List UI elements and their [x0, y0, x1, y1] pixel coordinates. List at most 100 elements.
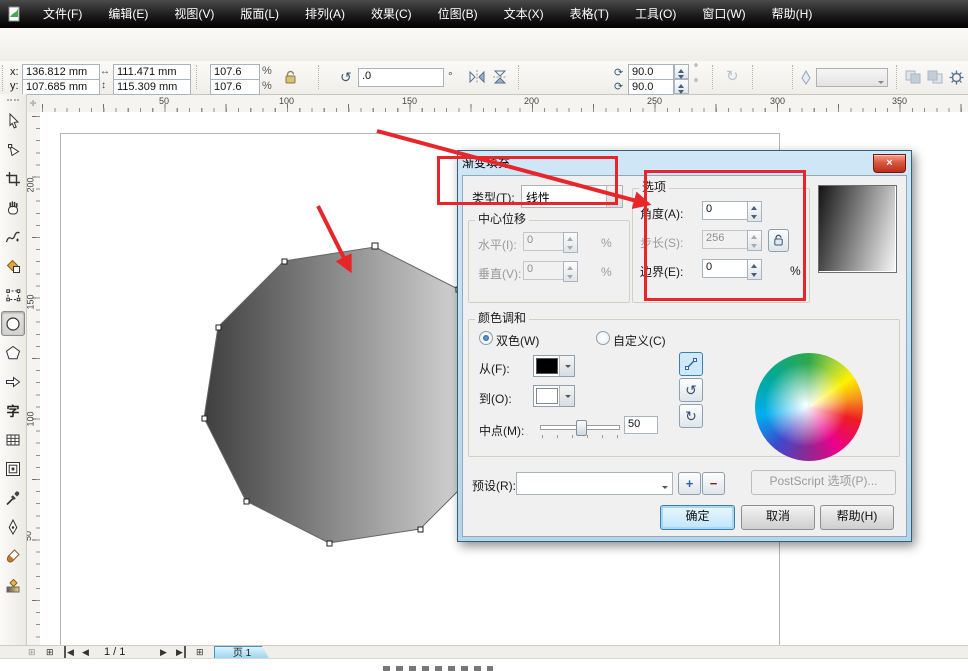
to-color-picker[interactable] [533, 385, 575, 407]
text-tool[interactable]: 字 [1, 398, 25, 423]
shape-tool[interactable] [1, 137, 25, 162]
menu-file[interactable]: 文件(F) [30, 0, 95, 28]
menu-tools[interactable]: 工具(O) [622, 0, 689, 28]
midpoint-slider[interactable] [540, 420, 620, 436]
scale-x-input[interactable]: 107.6 [210, 64, 260, 80]
postscript-options-button[interactable]: PostScript 选项(P)... [751, 470, 896, 495]
rectangle-tool[interactable] [1, 282, 25, 307]
outline-width-combo[interactable] [816, 68, 888, 87]
from-color-arrow-icon[interactable] [559, 356, 574, 376]
table-tool[interactable] [1, 427, 25, 452]
edge-input[interactable]: 0 [702, 259, 748, 278]
lock-ratio-icon[interactable] [284, 70, 297, 85]
basic-shapes-tool[interactable] [1, 369, 25, 394]
toolbox-grip[interactable] [7, 99, 19, 104]
ruler-origin[interactable]: ✛ [26, 95, 41, 113]
hruler-label: 50 [159, 96, 169, 106]
steps-lock-button[interactable] [768, 229, 789, 252]
horizontal-spinner[interactable] [563, 232, 578, 253]
interactive-fill-tool[interactable] [1, 572, 25, 597]
arc-end-input[interactable]: 90.0 [628, 79, 674, 95]
menu-text[interactable]: 文本(X) [491, 0, 557, 28]
type-combo-arrow-icon[interactable] [606, 186, 622, 207]
angle-label: 角度(A): [640, 205, 683, 222]
pan-tool[interactable] [1, 195, 25, 220]
width-input[interactable]: 111.471 mm [113, 64, 191, 80]
height-input[interactable]: 115.309 mm [113, 79, 191, 95]
edge-spinner[interactable] [747, 259, 762, 280]
ok-button[interactable]: 确定 [660, 505, 735, 530]
menu-arrange[interactable]: 排列(A) [292, 0, 358, 28]
preset-add-button[interactable]: + [678, 472, 701, 495]
color-blend-title: 颜色调和 [475, 312, 529, 324]
x-position-input[interactable]: 136.812 mm [22, 64, 100, 80]
mirror-vertical-icon[interactable] [492, 69, 510, 85]
menu-layout[interactable]: 版面(L) [227, 0, 292, 28]
outline-width-icon [800, 70, 812, 85]
outline-combo-arrow-icon [876, 75, 884, 93]
blend-ccw-button[interactable]: ↺ [679, 378, 703, 402]
x-label: x: [10, 66, 19, 78]
arc-start-input[interactable]: 90.0 [628, 64, 674, 80]
smart-fill-tool[interactable] [1, 253, 25, 278]
custom-radio[interactable] [596, 331, 610, 345]
contour-tool[interactable] [1, 456, 25, 481]
ellipse-tool[interactable] [1, 311, 25, 336]
type-label: 类型(T): [472, 189, 515, 206]
to-front-icon[interactable] [904, 69, 922, 85]
property-bar: x: 136.812 mm y: 107.685 mm ↔ 111.471 mm… [0, 61, 968, 95]
from-color-picker[interactable] [533, 355, 575, 377]
angle-spinner[interactable] [747, 201, 762, 222]
polygon-tool[interactable] [1, 340, 25, 365]
scale-y-input[interactable]: 107.6 [210, 79, 260, 95]
menu-effects[interactable]: 效果(C) [358, 0, 425, 28]
preset-combo[interactable] [516, 472, 673, 495]
menu-view[interactable]: 视图(V) [161, 0, 227, 28]
arc-start-spinner[interactable] [674, 64, 689, 79]
menu-window[interactable]: 窗口(W) [689, 0, 758, 28]
eyedropper-tool[interactable] [1, 485, 25, 510]
to-back-icon[interactable] [926, 69, 944, 85]
color-wheel[interactable] [755, 353, 863, 461]
menu-help[interactable]: 帮助(H) [759, 0, 826, 28]
arc-end-spinner[interactable] [674, 79, 689, 94]
two-color-radio[interactable] [479, 331, 493, 345]
dialog-close-button[interactable]: × [873, 154, 906, 173]
vertical-input[interactable]: 0 [523, 261, 564, 280]
steps-spinner[interactable] [747, 230, 762, 251]
angle-input[interactable]: 0 [702, 201, 748, 220]
hruler-label: 300 [770, 96, 785, 106]
app-icon[interactable] [6, 5, 22, 23]
mirror-horizontal-icon[interactable] [468, 69, 486, 85]
menu-table[interactable]: 表格(T) [557, 0, 622, 28]
midpoint-input[interactable]: 50 [624, 416, 658, 434]
rotation-angle-input[interactable]: .0 [358, 68, 444, 87]
settings-gear-icon[interactable] [948, 69, 965, 86]
help-button[interactable]: 帮助(H) [820, 505, 894, 530]
menu-edit[interactable]: 编辑(E) [95, 0, 161, 28]
gradient-type-combo[interactable]: 线性 [521, 185, 623, 208]
steps-input[interactable]: 256 [702, 230, 748, 249]
cancel-button[interactable]: 取消 [741, 505, 815, 530]
arc-direction-icon[interactable]: ↻ [726, 67, 739, 85]
vertical-spinner[interactable] [563, 261, 578, 282]
outline-pen-tool[interactable] [1, 514, 25, 539]
hruler-label: 350 [892, 96, 907, 106]
menu-bitmaps[interactable]: 位图(B) [425, 0, 491, 28]
horizontal-input[interactable]: 0 [523, 232, 564, 251]
dialog-title: 渐变填充 [462, 154, 510, 171]
blend-direct-button[interactable] [679, 352, 703, 376]
preset-remove-button[interactable]: − [702, 472, 725, 495]
rotation-degree: ° [448, 69, 453, 83]
midpoint-label: 中点(M): [479, 422, 524, 439]
fill-tool[interactable] [1, 543, 25, 568]
to-color-arrow-icon[interactable] [559, 386, 574, 406]
freehand-tool[interactable] [1, 224, 25, 249]
blend-cw-button[interactable]: ↻ [679, 404, 703, 428]
midpoint-slider-thumb[interactable] [576, 420, 587, 436]
crop-tool[interactable] [1, 166, 25, 191]
dialog-body: 类型(T): 线性 选项 角度(A): 0 步长(S): 256 边界(E): … [462, 175, 907, 537]
page-bar: ⊞ ⊞ ◀ ◀ 1 / 1 ▶ ▶ ⊞ 页 1 [0, 645, 968, 659]
y-position-input[interactable]: 107.685 mm [22, 79, 100, 95]
pick-tool[interactable] [1, 108, 25, 133]
